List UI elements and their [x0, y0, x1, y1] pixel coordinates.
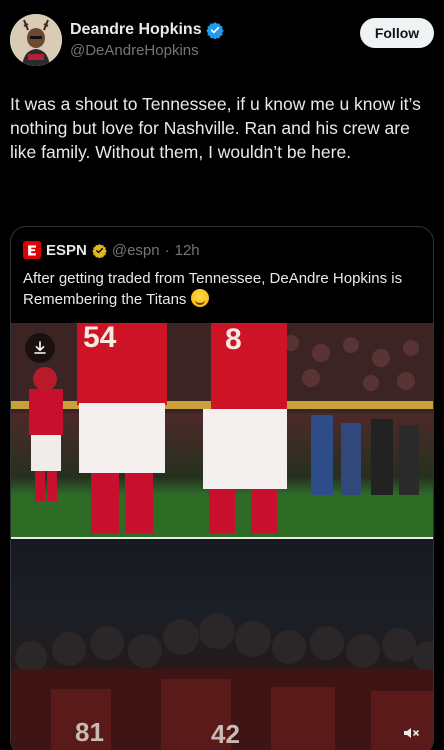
mute-button[interactable]	[399, 721, 423, 745]
verified-badge-icon	[205, 22, 224, 39]
quoted-tweet-text: After getting traded from Tennessee, DeA…	[23, 269, 423, 310]
download-button[interactable]	[25, 333, 55, 363]
follow-button[interactable]: Follow	[360, 18, 434, 48]
author-name[interactable]: Deandre Hopkins	[70, 21, 202, 39]
quoted-tweet-header: ESPN @espn · 12h	[23, 241, 200, 259]
media-video-frame-1[interactable]: 54 8	[11, 323, 433, 537]
players-celebrating-scene: 54 8	[11, 323, 433, 537]
gold-verified-badge-icon	[92, 243, 107, 258]
jersey-number-42: 42	[211, 719, 240, 749]
team-huddle-scene: 81 42	[11, 613, 433, 750]
quoted-author-name[interactable]: ESPN	[46, 242, 87, 259]
quoted-tweet-text-body: After getting traded from Tennessee, DeA…	[23, 270, 403, 308]
author-handle[interactable]: @DeAndreHopkins	[70, 42, 224, 59]
quoted-author-handle[interactable]: @espn	[112, 242, 160, 259]
grinning-sweat-emoji-icon	[190, 289, 209, 307]
quoted-timestamp[interactable]: 12h	[175, 242, 200, 259]
author-info: Deandre Hopkins @DeAndreHopkins	[70, 21, 224, 59]
espn-logo-icon	[23, 241, 41, 259]
meta-separator: ·	[164, 241, 170, 259]
tweet-header: Deandre Hopkins @DeAndreHopkins Follow	[10, 14, 434, 70]
quoted-tweet[interactable]: ESPN @espn · 12h After getting traded fr…	[10, 226, 434, 750]
jersey-number-8: 8	[225, 323, 242, 356]
jersey-number-54: 54	[83, 323, 117, 354]
jersey-number-81: 81	[75, 717, 104, 747]
avatar-illustration	[10, 14, 62, 66]
mute-icon	[404, 728, 419, 738]
tweet-text: It was a shout to Tennessee, if u know m…	[10, 94, 421, 162]
avatar[interactable]	[10, 14, 62, 66]
download-icon	[34, 341, 46, 354]
media-video-frame-2[interactable]: 81 42	[11, 539, 433, 750]
